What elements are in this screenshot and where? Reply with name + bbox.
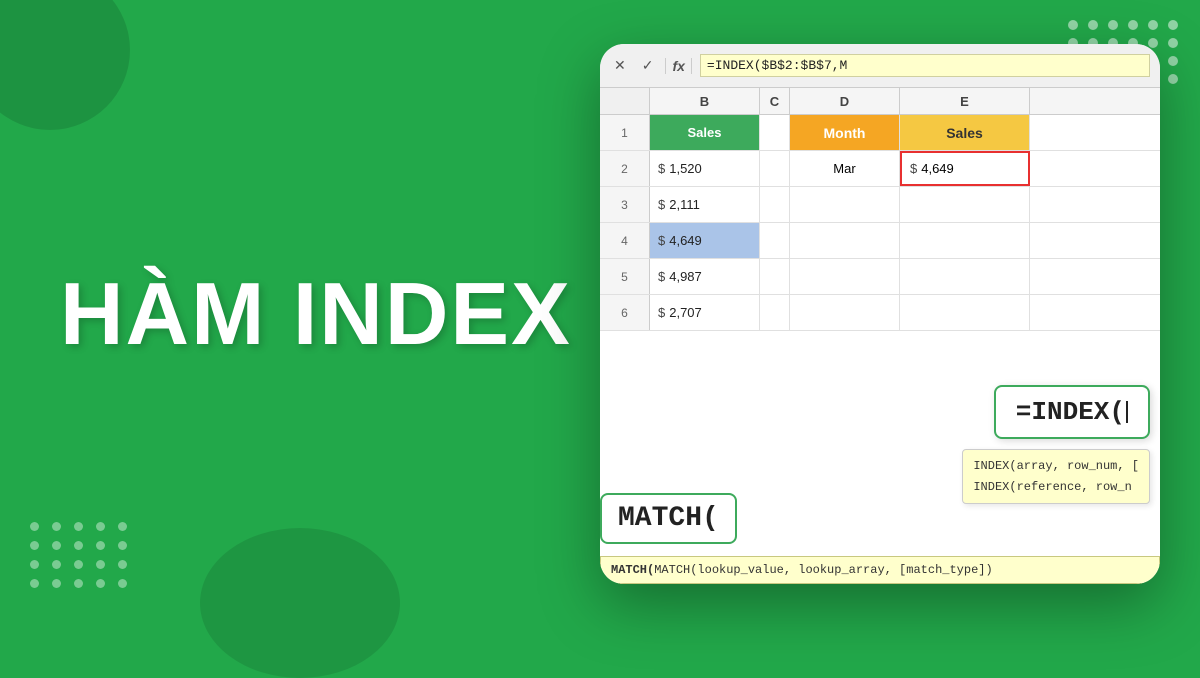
match-tooltip: MATCH(MATCH(lookup_value, lookup_array, … <box>600 556 1160 584</box>
data-row-5: 5 $ 4,987 <box>600 259 1160 295</box>
spreadsheet-area: B C D E 1 Sales Month Sales 2 $ 1,520 Ma… <box>600 88 1160 584</box>
cell-d6 <box>790 295 900 330</box>
cell-e1[interactable]: Sales <box>900 115 1030 150</box>
cell-e5 <box>900 259 1030 294</box>
col-header-d: D <box>790 88 900 114</box>
cell-e2[interactable]: $ 4,649 <box>900 151 1030 186</box>
row-num-5: 5 <box>600 259 650 294</box>
col-header-e: E <box>900 88 1030 114</box>
cell-b2[interactable]: $ 1,520 <box>650 151 760 186</box>
fx-label: fx <box>665 58 691 74</box>
cancel-button[interactable]: ✕ <box>610 55 630 76</box>
match-tooltip-text: MATCH(MATCH(lookup_value, lookup_array, … <box>611 563 993 577</box>
dollar-sign: $ <box>658 305 665 320</box>
tooltip-text: INDEX(reference, row_n <box>973 480 1131 494</box>
main-title-section: HÀM INDEX <box>60 270 572 358</box>
arc-decoration-top-left <box>0 0 130 130</box>
header-row: 1 Sales Month Sales <box>600 115 1160 151</box>
cell-e4 <box>900 223 1030 258</box>
formula-bar-content[interactable]: =INDEX($B$2:$B$7,M <box>700 54 1150 77</box>
cell-c6 <box>760 295 790 330</box>
arc-decoration-bottom <box>200 528 400 678</box>
value: 4,649 <box>921 161 954 176</box>
col-header-c: C <box>760 88 790 114</box>
data-row-2: 2 $ 1,520 Mar $ 4,649 <box>600 151 1160 187</box>
row-num-6: 6 <box>600 295 650 330</box>
cell-c3 <box>760 187 790 222</box>
cell-b5[interactable]: $ 4,987 <box>650 259 760 294</box>
match-bold: MATCH( <box>611 563 654 577</box>
value: 2,707 <box>669 305 702 320</box>
match-args: MATCH(lookup_value, lookup_array, [match… <box>654 563 992 577</box>
data-row-4: 4 $ 4,649 <box>600 223 1160 259</box>
row-num-header <box>600 88 650 114</box>
dots-decoration-bottom-left <box>30 522 130 588</box>
data-row-6: 6 $ 2,707 <box>600 295 1160 331</box>
dollar-sign: $ <box>658 197 665 212</box>
cell-c5 <box>760 259 790 294</box>
row-num-1: 1 <box>600 115 650 150</box>
value: 1,520 <box>669 161 702 176</box>
cell-b4[interactable]: $ 4,649 <box>650 223 760 258</box>
index-formula-box: =INDEX( <box>994 385 1150 439</box>
match-formula-text: MATCH( <box>618 503 719 534</box>
dollar-sign: $ <box>658 233 665 248</box>
cell-d3 <box>790 187 900 222</box>
index-tooltip: INDEX(array, row_num, [ INDEX(reference,… <box>962 449 1150 504</box>
cell-d1[interactable]: Month <box>790 115 900 150</box>
tooltip-text: INDEX(array, row_num, [ <box>973 459 1139 473</box>
confirm-button[interactable]: ✓ <box>638 55 658 76</box>
cell-b3[interactable]: $ 2,111 <box>650 187 760 222</box>
row-num-2: 2 <box>600 151 650 186</box>
cursor <box>1126 401 1128 423</box>
excel-panel: ✕ ✓ fx =INDEX($B$2:$B$7,M B C D E 1 Sale… <box>600 44 1160 584</box>
cell-d5 <box>790 259 900 294</box>
data-row-3: 3 $ 2,111 <box>600 187 1160 223</box>
page-title: HÀM INDEX <box>60 270 572 358</box>
formula-bar: ✕ ✓ fx =INDEX($B$2:$B$7,M <box>600 44 1160 88</box>
dollar-sign: $ <box>910 161 917 176</box>
value: 4,649 <box>669 233 702 248</box>
match-formula-bar: MATCH( <box>600 493 737 544</box>
cell-b1[interactable]: Sales <box>650 115 760 150</box>
index-formula-text: =INDEX( <box>1016 397 1125 427</box>
cell-c4 <box>760 223 790 258</box>
index-tooltip-line1: INDEX(array, row_num, [ <box>973 456 1139 476</box>
dollar-sign: $ <box>658 161 665 176</box>
value: 2,111 <box>669 197 700 212</box>
cell-d4 <box>790 223 900 258</box>
column-headers: B C D E <box>600 88 1160 115</box>
dollar-sign: $ <box>658 269 665 284</box>
cell-d2[interactable]: Mar <box>790 151 900 186</box>
row-num-3: 3 <box>600 187 650 222</box>
col-header-b: B <box>650 88 760 114</box>
index-tooltip-line2: INDEX(reference, row_n <box>973 477 1139 497</box>
cell-b6[interactable]: $ 2,707 <box>650 295 760 330</box>
cell-c2 <box>760 151 790 186</box>
cell-e6 <box>900 295 1030 330</box>
value: 4,987 <box>669 269 702 284</box>
row-num-4: 4 <box>600 223 650 258</box>
cell-e3 <box>900 187 1030 222</box>
cell-c1 <box>760 115 790 150</box>
